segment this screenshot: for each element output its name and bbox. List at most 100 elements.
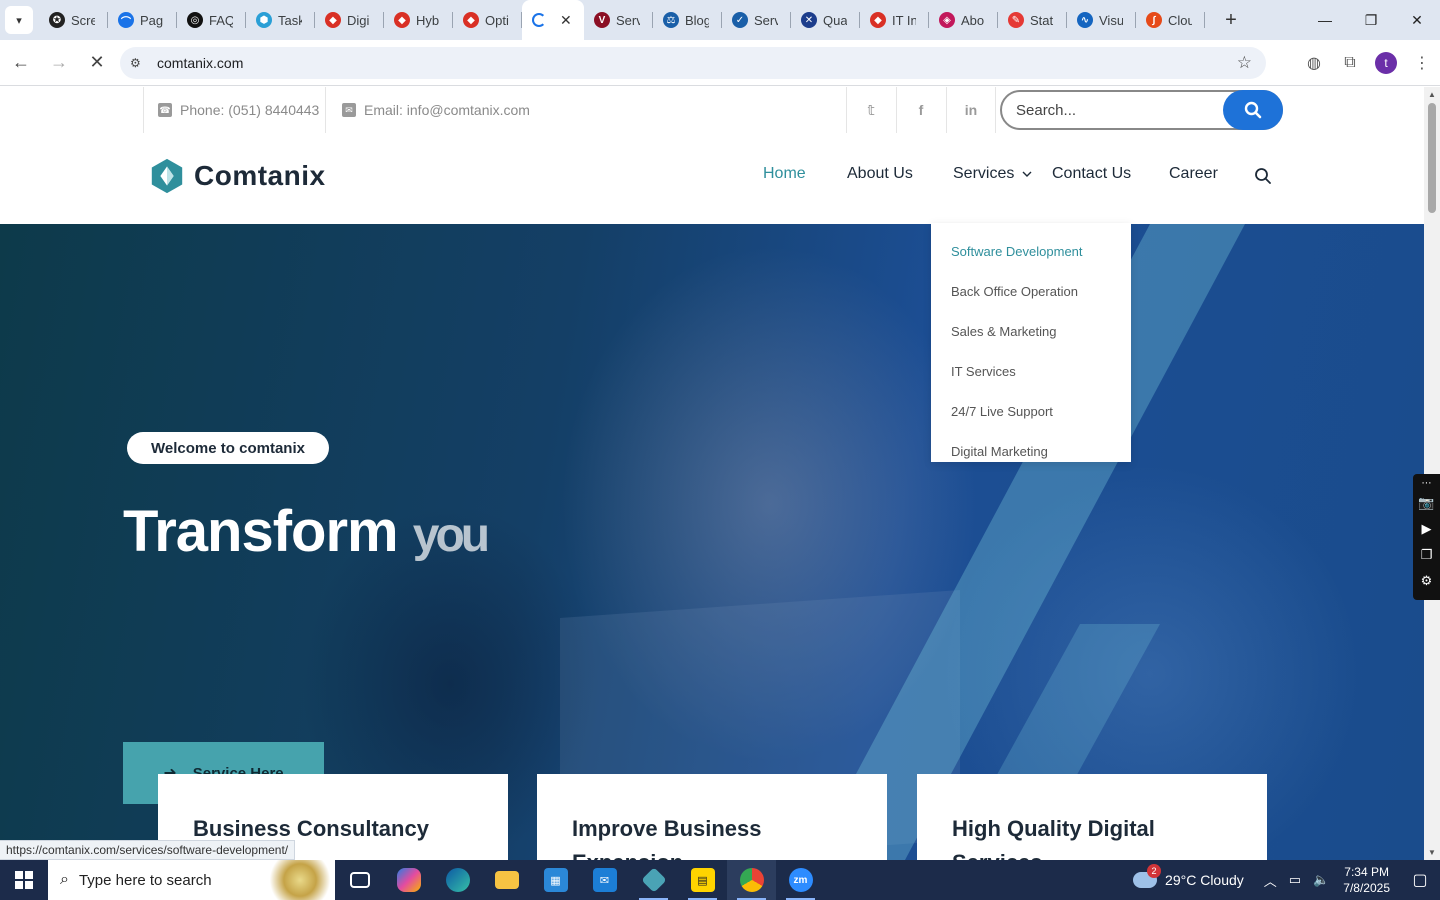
forward-button[interactable]: → xyxy=(42,46,76,80)
browser-tab[interactable]: ◎ FAQ xyxy=(177,0,246,40)
site-search-input[interactable] xyxy=(1016,100,1216,120)
dropdown-item-digital-marketing[interactable]: Digital Marketing xyxy=(931,431,1131,471)
twitter-icon[interactable]: 𝕥 xyxy=(846,87,896,133)
browser-tab[interactable]: ⬢ Task xyxy=(246,0,315,40)
email-info[interactable]: ✉ Email: info@comtanix.com xyxy=(342,87,530,133)
tab-favicon-icon: ✪ xyxy=(49,12,65,28)
stop-loading-button[interactable]: ✕ xyxy=(80,46,114,80)
search-icon xyxy=(1255,168,1271,184)
dropdown-item-sales-marketing[interactable]: Sales & Marketing xyxy=(931,311,1131,351)
bookmark-star-icon[interactable]: ☆ xyxy=(1237,53,1252,73)
dropdown-item-live-support[interactable]: 24/7 Live Support xyxy=(931,391,1131,431)
feature-card-title: High Quality Digital Services xyxy=(952,816,1155,860)
facebook-icon[interactable]: f xyxy=(896,87,946,133)
dropdown-item-back-office-operation[interactable]: Back Office Operation xyxy=(931,271,1131,311)
tab-label: Serv xyxy=(754,12,778,28)
browser-tab[interactable]: ∫ Clou xyxy=(1136,0,1205,40)
nav-career[interactable]: Career xyxy=(1169,165,1218,183)
mail-icon[interactable]: ✉ xyxy=(580,860,629,900)
browser-tab[interactable]: ✪ Scre xyxy=(39,0,108,40)
browser-tab[interactable]: ✕ Qua xyxy=(791,0,860,40)
nav-contact-us[interactable]: Contact Us xyxy=(1052,165,1131,183)
feature-card[interactable]: High Quality Digital Services xyxy=(917,774,1267,860)
copilot-icon[interactable] xyxy=(384,860,433,900)
address-url[interactable]: comtanix.com xyxy=(157,55,243,71)
browser-tab[interactable]: ⚖ Blog xyxy=(653,0,722,40)
scrollbar-thumb[interactable] xyxy=(1428,103,1436,213)
start-button[interactable] xyxy=(0,860,48,900)
dropdown-item-it-services[interactable]: IT Services xyxy=(931,351,1131,391)
tab-label: Serv xyxy=(616,12,640,28)
chrome-icon[interactable] xyxy=(727,860,776,900)
window-copy-icon[interactable]: ❐ xyxy=(1421,542,1433,568)
tab-favicon-icon: ◆ xyxy=(870,12,886,28)
tab-label: FAQ xyxy=(209,12,233,28)
browser-tab[interactable]: ◆ Opti xyxy=(453,0,522,40)
tab-strip: ▾ ✪ Scre ⌒ Pag ◎ FAQ ⬢ Task ◆ Digi ◆ Hyb ◆ Opti ✕ V Serv… xyxy=(0,0,1440,40)
tab-favicon-icon: ⌒ xyxy=(118,12,134,28)
task-view-icon[interactable] xyxy=(335,860,384,900)
minimize-icon[interactable]: — xyxy=(1302,0,1348,40)
extensions-icon[interactable]: ⧉ xyxy=(1332,45,1368,81)
address-bar[interactable]: ⚙ comtanix.com ☆ xyxy=(120,47,1266,79)
tab-favicon-icon: ⬢ xyxy=(256,12,272,28)
close-tab-icon[interactable]: ✕ xyxy=(560,12,572,29)
browser-tab[interactable]: ◆ IT In xyxy=(860,0,929,40)
app-hexagon-icon[interactable] xyxy=(629,860,678,900)
close-window-icon[interactable]: ✕ xyxy=(1394,0,1440,40)
settings-gear-icon[interactable]: ⚙ xyxy=(1421,568,1433,594)
profile-avatar[interactable]: t xyxy=(1368,45,1404,81)
taskbar-search[interactable]: ⌕ Type here to search xyxy=(48,860,335,900)
tab-favicon-icon: ◈ xyxy=(939,12,955,28)
tab-active-loading[interactable]: ✕ xyxy=(522,0,584,40)
phone-text: Phone: (051) 8440443 xyxy=(180,102,320,118)
site-logo[interactable]: Comtanix xyxy=(148,157,326,195)
linkedin-icon[interactable]: in xyxy=(946,87,996,133)
tab-search-button[interactable]: ▾ xyxy=(5,6,33,34)
tab-label: Visu xyxy=(1099,12,1123,28)
back-button[interactable]: ← xyxy=(4,46,38,80)
browser-tab[interactable]: ∿ Visu xyxy=(1067,0,1136,40)
tab-label: Hyb xyxy=(416,12,440,28)
translate-icon[interactable]: ◍ xyxy=(1296,45,1332,81)
notification-icon[interactable]: ▢ xyxy=(1400,860,1440,900)
edge-browser-icon[interactable] xyxy=(433,860,482,900)
restore-icon[interactable]: ❐ xyxy=(1348,0,1394,40)
menu-dots-icon[interactable]: ⋮ xyxy=(1404,45,1440,81)
video-camera-icon[interactable]: ▶ xyxy=(1422,516,1432,542)
clock[interactable]: 7:34 PM 7/8/2025 xyxy=(1343,864,1390,896)
browser-tab[interactable]: ◈ Abo xyxy=(929,0,998,40)
browser-tab[interactable]: ✓ Serv xyxy=(722,0,791,40)
sticky-notes-icon[interactable]: ▤ xyxy=(678,860,727,900)
feature-card[interactable]: Improve Business Expansion xyxy=(537,774,887,860)
tab-favicon-icon: ✎ xyxy=(1008,12,1024,28)
header-search-button[interactable] xyxy=(1254,167,1272,190)
new-tab-button[interactable]: + xyxy=(1217,6,1245,34)
zoom-icon[interactable]: zm xyxy=(776,860,825,900)
volume-icon[interactable]: 🔈 xyxy=(1313,872,1329,888)
nav-services[interactable]: Services xyxy=(953,165,1032,183)
microsoft-store-icon[interactable]: ▦ xyxy=(531,860,580,900)
browser-tab[interactable]: ◆ Hyb xyxy=(384,0,453,40)
email-text[interactable]: Email: info@comtanix.com xyxy=(364,102,530,118)
site-search-button[interactable] xyxy=(1223,90,1283,130)
nav-home[interactable]: Home xyxy=(763,165,806,183)
chevron-up-icon[interactable]: ︿ xyxy=(1264,871,1277,890)
toolbar-actions: ◍ ⧉ t ⋮ xyxy=(1296,40,1440,86)
nav-about-us[interactable]: About Us xyxy=(847,165,913,183)
scroll-down-icon[interactable]: ▼ xyxy=(1428,848,1436,857)
weather-widget[interactable]: 2 29°C Cloudy xyxy=(1133,864,1244,888)
network-icon[interactable]: ▭ xyxy=(1289,872,1301,888)
camera-icon[interactable]: 📷 xyxy=(1418,490,1434,516)
browser-tab[interactable]: ◆ Digi xyxy=(315,0,384,40)
site-info-icon[interactable]: ⚙ xyxy=(130,56,146,70)
divider xyxy=(995,87,996,133)
browser-tab[interactable]: ✎ Stat xyxy=(998,0,1067,40)
file-explorer-icon[interactable] xyxy=(482,860,531,900)
dropdown-item-software-development[interactable]: Software Development xyxy=(931,231,1131,271)
scroll-up-icon[interactable]: ▲ xyxy=(1428,90,1436,99)
browser-tab[interactable]: V Serv xyxy=(584,0,653,40)
more-dots-icon[interactable]: ⋯ xyxy=(1422,476,1432,490)
browser-tab[interactable]: ⌒ Pag xyxy=(108,0,177,40)
top-info-bar: ☎ Phone: (051) 8440443 ✉ Email: info@com… xyxy=(0,87,1424,133)
